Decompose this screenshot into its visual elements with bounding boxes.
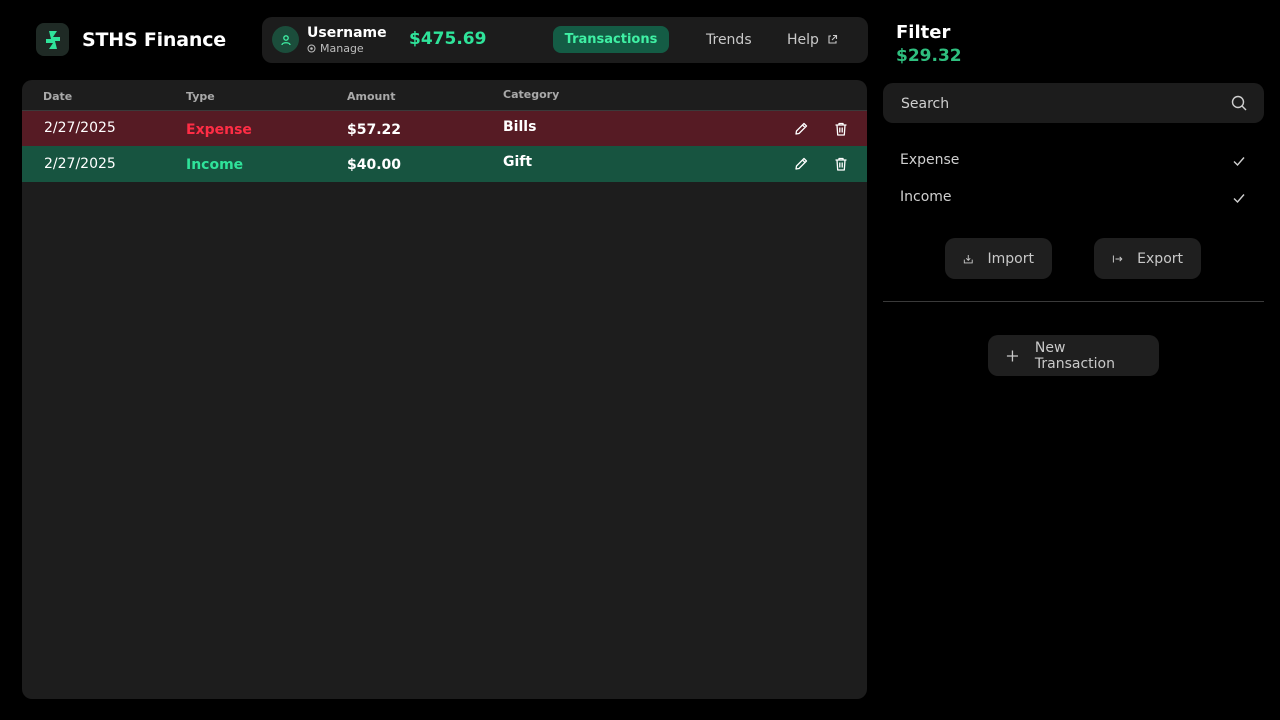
filter-title: Filter [896,22,951,43]
edit-button[interactable] [791,119,811,139]
plus-icon [1006,349,1018,362]
row-type: Income [186,157,244,173]
delete-button[interactable] [831,119,851,139]
filter-option-expense[interactable]: Expense [900,152,1250,172]
edit-button[interactable] [791,154,811,174]
check-icon [1233,194,1245,204]
export-arrow-icon [1112,255,1123,262]
trash-icon [835,122,847,136]
filter-option-label: Expense [900,152,960,168]
account-balance: $475.69 [409,29,487,49]
external-link-icon [828,34,837,44]
search-box [883,83,1264,125]
column-header-date[interactable]: Date [43,90,72,103]
row-amount: $57.22 [347,122,402,138]
tab-trends[interactable]: Trends [706,26,752,53]
search-icon[interactable] [1230,94,1248,112]
export-button[interactable]: Export [1094,238,1201,279]
tab-help-label: Help [787,31,819,48]
import-button[interactable]: Import [945,238,1052,279]
trash-icon [835,157,847,171]
manage-link[interactable]: Manage [307,42,364,55]
column-header-category[interactable]: Category [503,88,559,101]
tab-help[interactable]: Help [787,26,838,53]
table-row[interactable]: 2/27/2025 Income $40.00 Gift [22,146,867,182]
search-input[interactable] [899,83,1223,125]
filter-option-label: Income [900,189,952,205]
row-category: Gift [503,154,533,170]
export-label: Export [1137,250,1183,267]
row-amount: $40.00 [347,157,402,173]
pencil-icon [795,122,808,135]
divider [883,301,1264,302]
row-date: 2/27/2025 [44,156,116,172]
check-icon [1233,157,1245,167]
app-title: STHS Finance [82,29,226,51]
app-logo [36,23,69,56]
username: Username [307,25,387,41]
filter-option-income[interactable]: Income [900,189,1250,209]
user-icon [280,34,291,45]
column-header-amount[interactable]: Amount [347,90,395,103]
filter-total: $29.32 [896,46,962,66]
column-header-type[interactable]: Type [186,90,215,103]
row-category: Bills [503,119,537,135]
row-date: 2/27/2025 [44,120,116,136]
pencil-icon [795,157,808,170]
transactions-table: Date Type Amount Category 2/27/2025 Expe… [22,80,867,699]
download-tray-icon [963,254,973,263]
target-icon [307,44,316,53]
new-transaction-label: New Transaction [1034,339,1115,372]
top-bar: Username Manage $475.69 Transactions Tre… [262,17,868,63]
row-type: Expense [186,122,252,138]
tab-transactions[interactable]: Transactions [553,26,669,53]
table-row[interactable]: 2/27/2025 Expense $57.22 Bills [22,110,867,147]
avatar[interactable] [272,26,299,53]
new-transaction-button[interactable]: New Transaction [988,335,1159,376]
manage-label: Manage [320,42,364,55]
logo-icon [45,30,60,49]
delete-button[interactable] [831,154,851,174]
import-label: Import [987,250,1034,267]
